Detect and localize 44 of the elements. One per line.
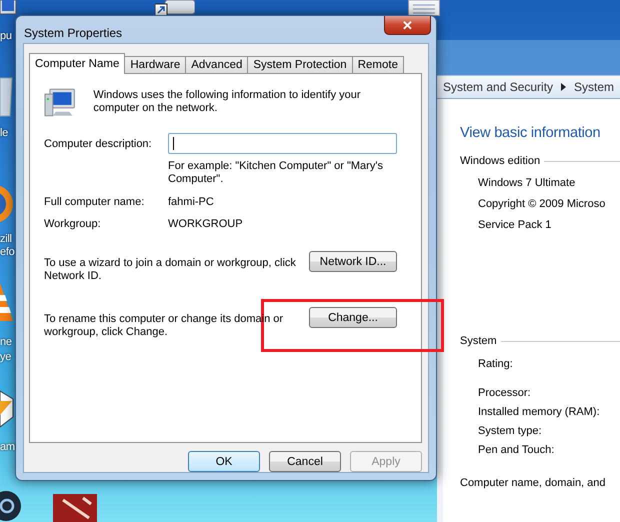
close-button[interactable]: ✕ xyxy=(384,16,431,35)
page-heading: View basic information xyxy=(460,125,602,141)
desktop-icon-label[interactable]: le xyxy=(0,127,8,139)
info-label: Pen and Touch: xyxy=(478,444,556,456)
address-bar[interactable]: System and Security System xyxy=(437,75,620,99)
desktop-icon-label[interactable]: efo xyxy=(0,246,14,258)
desktop-icon-label[interactable]: pu xyxy=(0,30,12,42)
intro-text: Windows uses the following information to identify your computer on the network. xyxy=(93,89,362,115)
info-label: System type: xyxy=(478,425,543,437)
dialog-button[interactable]: Cancel xyxy=(269,451,341,472)
description-field[interactable] xyxy=(168,133,397,154)
computer-icon xyxy=(44,86,76,118)
desktop-icon-label[interactable]: zill xyxy=(0,233,12,245)
steam-icon[interactable] xyxy=(0,490,22,522)
game-icon[interactable] xyxy=(53,494,97,522)
tab[interactable]: System Protection xyxy=(247,56,353,74)
info-label: Copyright © 2009 Microso xyxy=(478,198,606,210)
action-button[interactable]: Network ID... xyxy=(309,251,397,272)
section-title: Windows edition xyxy=(460,155,540,167)
hint-text: For example: "Kitchen Computer" or "Mary's Computer". xyxy=(168,160,384,186)
info-label: Service Pack 1 xyxy=(478,219,552,231)
tab[interactable]: Remote xyxy=(352,56,404,74)
field-value: fahmi-PC xyxy=(168,196,215,208)
info-label: Windows 7 Ultimate xyxy=(478,177,576,189)
section-title: System xyxy=(460,335,497,347)
info-label: Processor: xyxy=(478,387,532,399)
tab[interactable]: Hardware xyxy=(124,56,186,74)
action-button[interactable]: Change... xyxy=(309,307,397,328)
info-label: Rating: xyxy=(478,358,514,370)
field-label: Workgroup: xyxy=(44,218,102,230)
field-label: Computer description: xyxy=(44,138,153,150)
dialog-button[interactable]: OK xyxy=(188,451,260,472)
section-title: Computer name, domain, and xyxy=(460,477,607,489)
chevron-icon xyxy=(561,83,566,91)
breadcrumb-item[interactable]: System and Security xyxy=(443,80,554,94)
tab[interactable]: Computer Name xyxy=(29,53,126,74)
window-title: System Properties xyxy=(23,24,122,40)
field-label: Full computer name: xyxy=(44,196,146,208)
breadcrumb-item[interactable]: System xyxy=(574,80,614,94)
tab[interactable]: Advanced xyxy=(185,56,248,74)
field-value: WORKGROUP xyxy=(168,218,244,230)
info-label: Installed memory (RAM): xyxy=(478,406,601,418)
document-icon[interactable] xyxy=(408,0,440,16)
instruction-text: To use a wizard to join a domain or workgroup, click Network ID. xyxy=(44,257,297,283)
